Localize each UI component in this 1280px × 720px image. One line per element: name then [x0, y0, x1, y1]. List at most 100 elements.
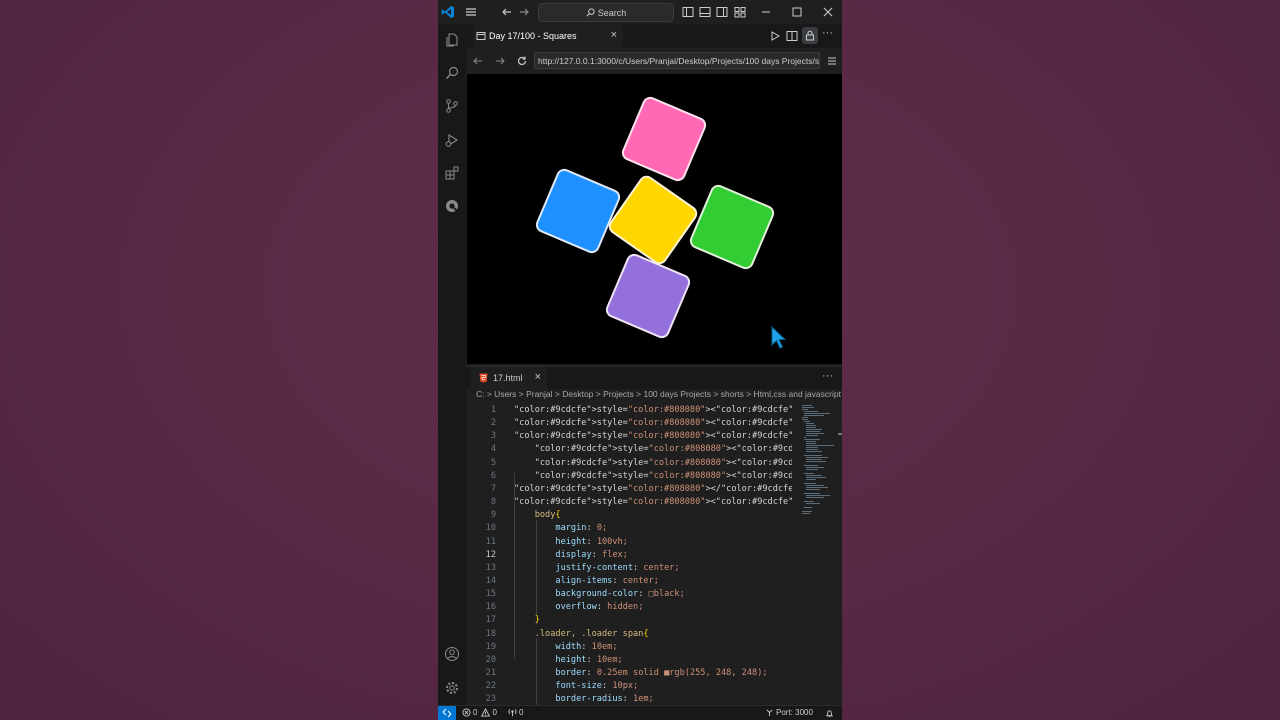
back-arrow-icon[interactable] [500, 5, 514, 19]
editor-tab-bar: 17.html × ··· [466, 366, 842, 389]
breadcrumb[interactable]: C: > Users > Pranjal > Desktop > Project… [476, 389, 842, 403]
line-number: 20 [485, 654, 496, 665]
customize-layout-icon[interactable] [733, 5, 747, 19]
reload-icon[interactable] [516, 55, 528, 67]
status-bar: 0 0 0 Port: 3000 [438, 705, 842, 720]
lock-editor-button[interactable] [802, 27, 818, 44]
code-text: "color:#9cdcfe">style="color:#808080"><"… [534, 457, 792, 468]
extensions-icon[interactable] [444, 165, 460, 181]
menu-icon[interactable] [464, 5, 478, 19]
line-number: 13 [485, 562, 496, 573]
purple-square [603, 251, 693, 341]
line-number: 10 [485, 523, 496, 534]
pink-square [619, 94, 709, 184]
code-line[interactable]: 5 "color:#9cdcfe">style="color:#808080">… [466, 457, 792, 470]
code-text: .loader, .loader span{ [514, 628, 649, 639]
preview-tab-title: Day 17/100 - Squares [489, 31, 577, 41]
line-number: 2 [490, 418, 496, 429]
close-window-icon[interactable] [821, 5, 835, 19]
warning-icon [481, 708, 491, 717]
code-text: overflow: hidden; [555, 602, 644, 613]
title-bar: Search [438, 0, 842, 24]
problems-indicator[interactable]: 0 0 [462, 708, 497, 717]
run-icon[interactable] [769, 30, 781, 42]
notifications-bell-icon[interactable] [825, 709, 834, 718]
line-number: 3 [490, 431, 496, 442]
green-square [687, 182, 777, 272]
ports-count: 0 [519, 708, 524, 717]
browser-nav-bar: http://127.0.0.1:3000/c/Users/Pranjal/De… [466, 48, 842, 74]
remote-icon [442, 708, 452, 718]
code-text: border-radius: 1em; [555, 694, 654, 705]
code-text: "color:#9cdcfe">style="color:#808080"><"… [534, 444, 792, 455]
code-line[interactable]: 1 "color:#9cdcfe">style="color:#808080"><… [466, 404, 792, 417]
indent-guide [536, 638, 537, 705]
code-line[interactable]: 21 border: 0.25em solid ■rgb(255, 248, 2… [466, 667, 792, 680]
close-editor-tab-icon[interactable]: × [535, 371, 541, 383]
code-text: "color:#9cdcfe">style="color:#808080"><"… [514, 431, 792, 442]
code-line[interactable]: 3 "color:#9cdcfe">style="color:#808080"><… [466, 430, 792, 443]
line-number: 15 [485, 589, 496, 600]
line-number: 22 [485, 681, 496, 692]
code-text: } [534, 615, 540, 626]
browser-preview [467, 74, 842, 364]
minimize-icon[interactable] [759, 5, 773, 19]
tab-17-html[interactable]: 17.html × [471, 367, 547, 389]
browser-menu-icon[interactable] [826, 55, 838, 67]
close-tab-icon[interactable]: × [611, 29, 617, 41]
maximize-icon[interactable] [790, 5, 804, 19]
toggle-panel-icon[interactable] [698, 5, 712, 19]
code-line[interactable]: 4 "color:#9cdcfe">style="color:#808080">… [466, 443, 792, 456]
browser-forward-icon[interactable] [494, 55, 506, 67]
code-text: "color:#9cdcfe">style="color:#808080"><"… [514, 405, 792, 415]
split-editor-icon[interactable] [786, 30, 798, 42]
code-text: margin: 0; [555, 523, 608, 534]
line-number: 9 [490, 510, 496, 521]
code-text: body{ [514, 510, 561, 521]
line-number: 4 [490, 444, 496, 455]
live-server-port[interactable]: Port: 3000 [765, 708, 813, 717]
forward-arrow-icon[interactable] [517, 5, 531, 19]
accounts-icon[interactable] [444, 646, 460, 662]
code-text: height: 10em; [555, 654, 623, 665]
broadcast-icon [766, 709, 773, 717]
toggle-secondary-sidebar-icon[interactable] [715, 5, 729, 19]
search-box[interactable]: Search [538, 3, 674, 22]
more-actions-icon[interactable]: ··· [822, 27, 833, 39]
search-sidebar-icon[interactable] [444, 65, 460, 81]
toggle-sidebar-icon[interactable] [681, 5, 695, 19]
radio-tower-icon [508, 709, 517, 717]
minimap[interactable] [798, 403, 842, 705]
code-text: justify-content: center; [555, 562, 680, 573]
code-text: "color:#9cdcfe">style="color:#808080"><"… [514, 418, 792, 429]
line-number: 17 [485, 615, 496, 626]
code-line[interactable]: 23 border-radius: 1em; [466, 693, 792, 705]
quokka-extension-icon[interactable] [444, 198, 460, 214]
settings-gear-icon[interactable] [444, 680, 460, 696]
indent-guide [514, 473, 515, 659]
line-number: 14 [485, 575, 496, 586]
html5-icon [479, 373, 488, 383]
tab-preview[interactable]: Day 17/100 - Squares × [473, 24, 623, 48]
line-number: 11 [485, 536, 496, 547]
url-input[interactable]: http://127.0.0.1:3000/c/Users/Pranjal/De… [534, 52, 820, 69]
line-number: 8 [490, 497, 496, 508]
mouse-cursor-icon [771, 326, 787, 349]
run-debug-icon[interactable] [444, 132, 460, 148]
error-icon [462, 708, 471, 717]
code-text: border: 0.25em solid ■rgb(255, 248, 248)… [555, 668, 768, 678]
browser-back-icon[interactable] [472, 55, 484, 67]
explorer-icon[interactable] [444, 32, 460, 48]
yellow-square [605, 172, 701, 268]
remote-indicator[interactable] [438, 706, 456, 720]
code-line[interactable]: 22 font-size: 10px; [466, 680, 792, 693]
code-editor[interactable]: 1 "color:#9cdcfe">style="color:#808080"><… [466, 403, 792, 705]
code-text: "color:#9cdcfe">style="color:#808080"><"… [514, 497, 792, 508]
code-line[interactable]: 2 "color:#9cdcfe">style="color:#808080"><… [466, 417, 792, 430]
editor-more-actions-icon[interactable]: ··· [822, 370, 833, 382]
port-label: Port: 3000 [776, 708, 813, 717]
ports-indicator[interactable]: 0 [508, 708, 523, 717]
source-control-icon[interactable] [444, 98, 460, 114]
blue-square [533, 166, 623, 256]
line-number: 6 [490, 470, 496, 481]
